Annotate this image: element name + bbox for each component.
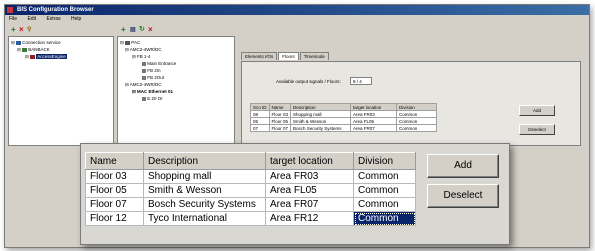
refresh-icon[interactable]: ↻ [139,25,145,33]
table-row[interactable]: 05 Floor 05 Smith & Wesson Area FL05 Com… [250,117,438,125]
tree-item-amc-1[interactable]: ⊟ AMC2-4WR/DC [120,46,232,53]
table-row[interactable]: Floor 05 Smith & Wesson Area FL05 Common [85,183,416,198]
window-title: BIS Configuration Browser [17,7,94,13]
deselect-button[interactable]: Deselect [427,184,499,208]
delete-icon[interactable]: × [19,25,24,34]
floors-table-small: Sco ID Name Description target location … [250,103,438,132]
remove-device-icon[interactable]: × [148,25,153,34]
tree-item-main-entrance[interactable]: Main Entrance [120,60,232,67]
table-row[interactable]: 07 Floor 07 Bosch Security Systems Area … [250,124,438,132]
tree-item-connection-service[interactable]: ⊟ Connection service [11,39,111,46]
tree-item-banback[interactable]: ⊟ BANBACK [11,46,111,53]
table-row-selected[interactable]: Floor 12 Tyco International Area FR12 Co… [85,211,416,226]
menu-bar: File Edit Extras Help [5,15,589,24]
elevator-icon [142,96,146,101]
col-name[interactable]: Name [85,152,144,170]
col-division[interactable]: Division [353,152,416,170]
add-button[interactable]: Add [427,154,499,178]
link-icon[interactable]: ⚲ [27,26,31,33]
tab-timemode[interactable]: Timemode [299,52,329,60]
tab-elements-ios[interactable]: Elements I/Os [241,52,278,60]
input-icon [142,68,146,73]
table-row[interactable]: Floor 03 Shopping mall Area FR03 Common [85,169,416,184]
col-target-location[interactable]: target location [350,103,398,111]
floors-tab-panel: Available output signals / Floors: 8 / 4… [241,61,581,146]
engine-icon [30,54,36,59]
add-device-icon[interactable]: + [121,25,126,34]
connection-tree: ⊟ Connection service ⊟ BANBACK ⊟ AccessE… [8,36,114,146]
available-signals-field[interactable]: 8 / 4 [350,77,372,85]
add-icon[interactable]: + [11,25,16,34]
edit-icon[interactable]: ▤ [130,26,136,33]
col-name[interactable]: Name [268,103,292,111]
tree-item-amc-2[interactable]: ⊟ AMC2-4WR/DC [120,81,232,88]
zoom-callout: Name Description target location Divisio… [80,143,510,245]
tree-item-accessengine[interactable]: ⊟ AccessEngine [11,53,111,60]
tab-floors[interactable]: Floors [278,52,299,60]
property-tabs: Elements I/Os Floors Timemode [241,52,330,60]
tree-item-e20[interactable]: E.20 Or [120,95,232,102]
add-button-small[interactable]: Add [519,105,555,116]
tree-item-fb2out[interactable]: FB 2Out [120,74,232,81]
menu-file[interactable]: File [9,16,17,22]
output-icon [142,75,146,80]
screenshot-stage: BIS Configuration Browser File Edit Extr… [0,0,595,251]
door-icon [142,61,146,66]
division-cell-selected[interactable]: Common [353,211,416,226]
col-description[interactable]: Description [290,103,352,111]
computer-icon [22,47,28,52]
col-description[interactable]: Description [143,152,266,170]
window-titlebar: BIS Configuration Browser [5,5,589,15]
tree-item-fb14[interactable]: ⊟ FB 1-4 [120,53,232,60]
app-icon [7,7,13,13]
device-tree: ⊟ PAC ⊟ AMC2-4WR/DC ⊟ FB 1-4 Main Entran… [117,36,235,146]
server-icon [16,40,22,45]
col-division[interactable]: Division [396,103,438,111]
floors-table-zoomed: Name Description target location Divisio… [85,152,416,226]
deselect-button-small[interactable]: Deselect [519,124,555,135]
menu-edit[interactable]: Edit [27,16,36,22]
table-row[interactable]: 08 Floor 03 Shopping mall Area FR03 Comm… [250,110,438,118]
menu-help[interactable]: Help [71,16,81,22]
col-sco-id[interactable]: Sco ID [250,103,270,111]
table-row[interactable]: Floor 07 Bosch Security Systems Area FR0… [85,197,416,212]
available-signals-label: Available output signals / Floors: [276,79,341,84]
col-target-location[interactable]: target location [265,152,354,170]
tree-item-fb2in[interactable]: FB 2In [120,67,232,74]
menu-extras[interactable]: Extras [46,16,60,22]
tree-item-mac-ethernet[interactable]: ⊟ MAC Ethernet 01 [120,88,232,95]
tree-item-pac[interactable]: ⊟ PAC [120,39,232,46]
controller-icon [125,40,131,45]
